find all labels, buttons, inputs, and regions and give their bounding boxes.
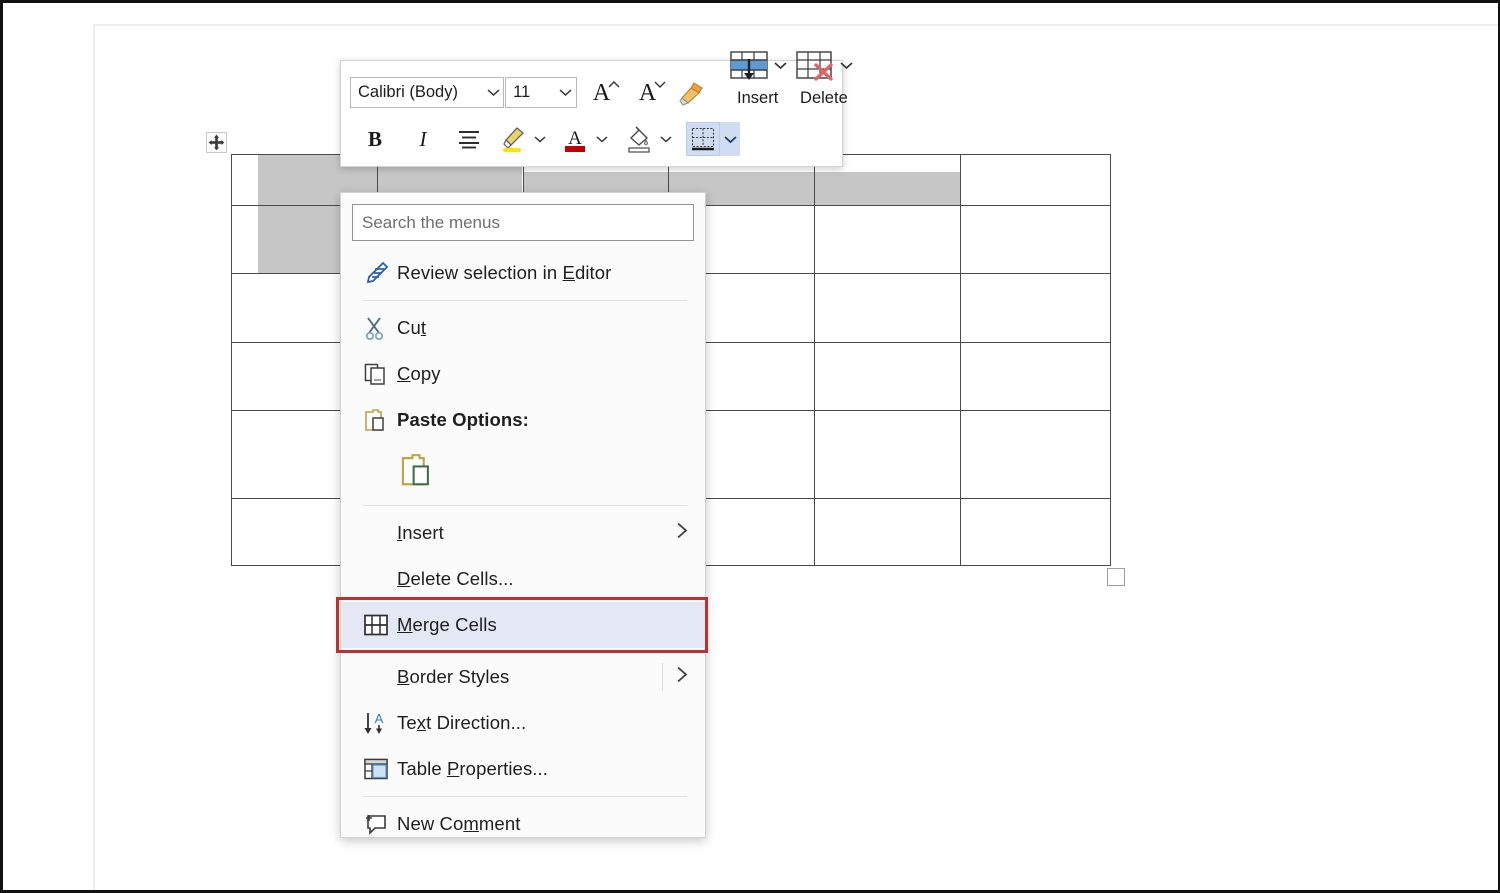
table-properties-icon xyxy=(363,757,397,781)
shading-color-dropdown[interactable] xyxy=(656,122,676,156)
menu-item-label: Delete Cells... xyxy=(397,568,514,589)
menu-item-paste-options[interactable]: Paste Options: xyxy=(341,397,705,443)
chevron-down-icon[interactable] xyxy=(483,88,503,97)
font-color-dropdown[interactable] xyxy=(592,122,612,156)
menu-item-copy[interactable]: Copy xyxy=(341,351,705,397)
menu-item-label: Review selection in Editor xyxy=(397,262,612,283)
menu-separator xyxy=(363,505,687,506)
menu-item-insert[interactable]: Insert xyxy=(341,510,705,556)
table-move-handle[interactable] xyxy=(206,132,227,153)
bold-icon: B xyxy=(367,126,382,151)
table-borders-icon xyxy=(691,127,715,151)
context-menu: Review selection in Editor Cut xyxy=(336,192,708,838)
menu-item-label: Table Properties... xyxy=(397,758,549,779)
text-direction-icon: A xyxy=(363,710,397,736)
caret-up-icon xyxy=(608,80,620,87)
insert-button-label: Insert xyxy=(737,88,779,107)
menu-item-label: New Comment xyxy=(397,813,521,834)
menu-item-label: Cut xyxy=(397,317,427,338)
chevron-right-icon xyxy=(675,521,689,546)
page-left-gutter xyxy=(3,3,91,890)
merge-cells-icon xyxy=(363,613,397,637)
table-col-line xyxy=(814,154,815,566)
font-color-button[interactable]: A xyxy=(558,122,592,156)
menu-item-label: Border Styles xyxy=(397,666,510,687)
table-col-line xyxy=(960,154,961,566)
clipboard-icon xyxy=(363,407,397,433)
chevron-down-icon[interactable] xyxy=(556,88,576,97)
delete-button-label: Delete xyxy=(800,88,848,107)
chevron-down-icon[interactable] xyxy=(774,57,787,75)
align-lines-icon xyxy=(459,131,479,149)
merge-cells-highlight-wrap: Merge Cells xyxy=(336,597,708,653)
submenu-divider xyxy=(662,663,663,691)
menu-separator xyxy=(363,796,687,797)
search-menus-input[interactable] xyxy=(352,204,694,241)
chevron-down-icon[interactable] xyxy=(840,57,853,75)
editor-pen-icon xyxy=(363,260,397,286)
borders-dropdown[interactable] xyxy=(720,122,740,156)
font-size-combo[interactable]: 11 xyxy=(505,77,577,108)
menu-item-merge-cells[interactable]: Merge Cells xyxy=(341,602,705,648)
text-highlight-icon xyxy=(503,127,524,152)
svg-text:A: A xyxy=(568,128,582,149)
caret-down-icon xyxy=(654,81,666,88)
menu-item-label: Copy xyxy=(397,363,441,384)
align-button[interactable] xyxy=(452,122,486,156)
menu-item-text-direction[interactable]: A Text Direction... xyxy=(341,700,705,746)
menu-item-label: Merge Cells xyxy=(397,614,497,635)
menu-separator xyxy=(363,300,687,301)
new-comment-icon xyxy=(363,812,397,836)
font-name-value: Calibri (Body) xyxy=(358,83,458,101)
bold-button[interactable]: B xyxy=(358,122,392,156)
highlight-color-dropdown[interactable] xyxy=(530,122,550,156)
font-name-combo[interactable]: Calibri (Body) xyxy=(350,77,505,108)
borders-button[interactable] xyxy=(686,122,720,156)
font-color-icon: A xyxy=(565,128,585,152)
format-painter-icon xyxy=(678,81,703,106)
mini-formatting-toolbar: Calibri (Body) 11 A A Insert Delete B I … xyxy=(340,50,853,167)
paste-keep-source-icon[interactable] xyxy=(399,451,433,494)
menu-item-cut[interactable]: Cut xyxy=(341,305,705,351)
chevron-right-icon xyxy=(675,665,689,690)
format-painter-button[interactable] xyxy=(673,76,707,110)
menu-item-review-selection-in-editor[interactable]: Review selection in Editor xyxy=(341,250,705,296)
italic-icon: I xyxy=(419,126,427,151)
menu-item-new-comment[interactable]: New Comment xyxy=(341,801,705,847)
screenshot-root: Calibri (Body) 11 A A Insert Delete B I … xyxy=(0,0,1500,893)
text-highlight-button[interactable] xyxy=(496,122,530,156)
shrink-font-button[interactable]: A xyxy=(631,76,666,110)
mini-toolbar-row-2: B I A xyxy=(341,115,853,163)
menu-item-label: Text Direction... xyxy=(397,712,527,733)
svg-text:A: A xyxy=(375,711,384,726)
table-delete-icon xyxy=(796,50,833,81)
menu-item-table-properties[interactable]: Table Properties... xyxy=(341,746,705,792)
search-the-menus-wrap xyxy=(341,193,705,246)
scissors-icon xyxy=(363,315,397,341)
shading-button[interactable] xyxy=(622,122,656,156)
table-insert-row-icon xyxy=(729,50,768,80)
menu-item-border-styles[interactable]: Border Styles xyxy=(341,654,705,700)
shading-paint-bucket-icon xyxy=(628,126,650,153)
copy-pages-icon xyxy=(363,361,397,387)
paste-options-gallery xyxy=(341,443,705,501)
table-resize-handle[interactable] xyxy=(1107,568,1125,586)
menu-item-label: Insert xyxy=(397,522,444,543)
font-size-value: 11 xyxy=(513,83,531,101)
move-cross-icon xyxy=(208,134,225,151)
mini-toolbar-row-1: Calibri (Body) 11 A A Insert Delete xyxy=(341,50,853,115)
grow-font-button[interactable]: A xyxy=(585,76,620,110)
menu-item-delete-cells[interactable]: Delete Cells... xyxy=(341,556,705,602)
menu-item-label: Paste Options: xyxy=(397,409,529,430)
italic-button[interactable]: I xyxy=(406,122,440,156)
